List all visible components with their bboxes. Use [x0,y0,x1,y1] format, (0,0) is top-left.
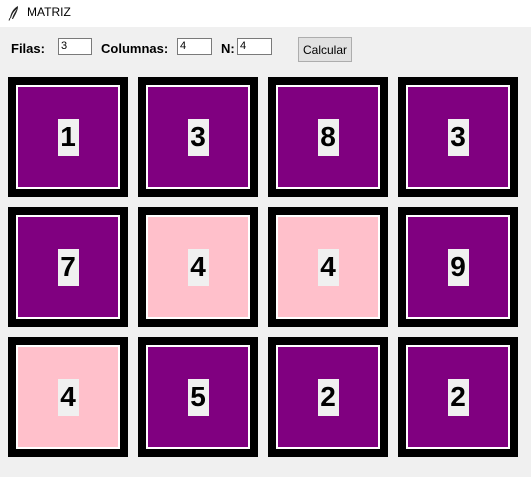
columnas-input[interactable]: 4 [177,38,212,55]
matrix-cell-fill: 2 [276,345,380,449]
matrix-cell: 5 [138,337,258,457]
matrix-cell-value: 8 [317,118,339,156]
matrix-cell-value: 9 [447,248,469,286]
matrix-cell-fill: 5 [146,345,250,449]
title-bar: MATRIZ [0,0,531,27]
matrix-cell-fill: 8 [276,85,380,189]
matrix-cell: 7 [8,207,128,327]
matrix-cell: 3 [138,77,258,197]
matrix-cell-value: 3 [447,118,469,156]
matrix-cell-fill: 9 [406,215,510,319]
matrix-cell: 4 [8,337,128,457]
matrix-cell-value: 7 [57,248,79,286]
matrix-cell-fill: 2 [406,345,510,449]
matrix-cell-fill: 7 [16,215,120,319]
matrix-cell: 8 [268,77,388,197]
matrix-cell-value: 4 [57,378,79,416]
matrix-cell: 1 [8,77,128,197]
matrix-cell-fill: 4 [16,345,120,449]
matrix-cell: 2 [268,337,388,457]
columnas-label: Columnas: [101,41,169,56]
filas-input[interactable]: 3 [58,38,92,55]
matrix-cell-fill: 4 [146,215,250,319]
matrix-cell: 2 [398,337,518,457]
matrix-cell-value: 2 [317,378,339,416]
matrix-cell: 4 [138,207,258,327]
calcular-button[interactable]: Calcular [298,37,352,62]
matrix-cell-value: 4 [317,248,339,286]
matrix-cell-fill: 3 [146,85,250,189]
matrix-cell: 9 [398,207,518,327]
n-input[interactable]: 4 [237,38,272,55]
matrix-cell-value: 2 [447,378,469,416]
matrix-cell-value: 4 [187,248,209,286]
feather-icon [8,6,18,21]
matrix-cell: 3 [398,77,518,197]
n-label: N: [221,41,235,56]
matrix-cell-value: 5 [187,378,209,416]
matrix-cell-value: 1 [57,118,79,156]
matrix-cell-value: 3 [187,118,209,156]
matrix-cell-fill: 4 [276,215,380,319]
matrix-cell: 4 [268,207,388,327]
window-title: MATRIZ [27,5,71,19]
filas-label: Filas: [11,41,45,56]
matrix-cell-fill: 1 [16,85,120,189]
matrix-cell-fill: 3 [406,85,510,189]
